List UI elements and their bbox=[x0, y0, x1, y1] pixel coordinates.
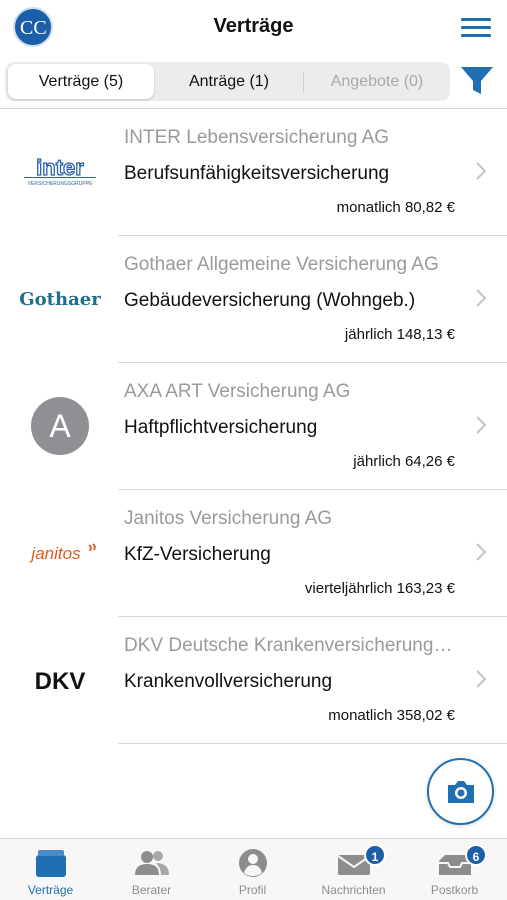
item-divider bbox=[118, 743, 507, 744]
contract-item-gothaer[interactable]: Gothaer Gothaer Allgemeine Versicherung … bbox=[0, 236, 507, 363]
price-label: vierteljährlich 163,23 € bbox=[304, 580, 455, 597]
product-name: Krankenvollversicherung bbox=[124, 671, 333, 692]
postkorb-badge: 6 bbox=[465, 844, 487, 866]
nav-berater[interactable]: Berater bbox=[101, 839, 202, 900]
chevron-right-icon bbox=[476, 289, 487, 307]
gothaer-logo-text: Gothaer bbox=[19, 289, 101, 310]
nav-vertraege[interactable]: Verträge bbox=[0, 839, 101, 900]
product-name: KfZ-Versicherung bbox=[124, 544, 271, 565]
nav-postkorb[interactable]: 6 Postkorb bbox=[404, 839, 505, 900]
contract-tabs: Verträge (5) Anträge (1) Angebote (0) bbox=[5, 62, 450, 101]
company-name: Gothaer Allgemeine Versicherung AG bbox=[124, 254, 439, 275]
contract-item-dkv[interactable]: DKV DKV Deutsche Krankenversicherung AG … bbox=[0, 617, 507, 744]
price-label: jährlich 64,26 € bbox=[353, 453, 455, 470]
inter-logo: inter VERSICHERUNGSGRUPPE bbox=[18, 154, 102, 194]
contract-item-janitos[interactable]: janitos Janitos Versicherung AG KfZ-Vers… bbox=[0, 490, 507, 617]
camera-icon bbox=[448, 781, 474, 803]
janitos-logo: janitos bbox=[18, 538, 102, 573]
nav-label: Verträge bbox=[27, 883, 74, 897]
product-name: Berufsunfähigkeitsversicherung bbox=[124, 163, 390, 184]
person-icon bbox=[239, 849, 267, 877]
avatar: A bbox=[18, 396, 102, 461]
company-name: Janitos Versicherung AG bbox=[124, 508, 333, 529]
people-icon bbox=[135, 851, 169, 875]
dkv-logo: DKV bbox=[18, 665, 102, 702]
nav-nachrichten[interactable]: 1 Nachrichten bbox=[303, 839, 404, 900]
hamburger-menu-icon[interactable] bbox=[461, 18, 491, 38]
company-name: INTER Lebensversicherung AG bbox=[124, 127, 390, 148]
inter-logo-text: inter bbox=[36, 155, 84, 180]
company-name: AXA ART Versicherung AG bbox=[124, 381, 351, 402]
chevron-right-icon bbox=[476, 543, 487, 561]
chevron-right-icon bbox=[476, 416, 487, 434]
product-name: Gebäudeversicherung (Wohngeb.) bbox=[124, 290, 416, 311]
chevron-right-icon bbox=[476, 670, 487, 688]
price-label: monatlich 80,82 € bbox=[336, 199, 455, 216]
nav-label: Profil bbox=[238, 883, 267, 897]
price-label: jährlich 148,13 € bbox=[344, 326, 455, 343]
bottom-navigation: Verträge Berater Profil 1 Nachrichten 6 bbox=[0, 838, 507, 900]
nachrichten-badge: 1 bbox=[364, 844, 386, 866]
folder-icon bbox=[36, 850, 66, 877]
contract-item-axa[interactable]: A AXA ART Versicherung AG Haftpflichtver… bbox=[0, 363, 507, 490]
tab-antraege[interactable]: Anträge (1) bbox=[155, 64, 303, 99]
contract-item-inter[interactable]: inter VERSICHERUNGSGRUPPE INTER Lebensve… bbox=[0, 109, 507, 236]
gothaer-logo: Gothaer bbox=[18, 284, 102, 319]
app-header: CC Verträge bbox=[0, 0, 507, 55]
nav-label: Nachrichten bbox=[321, 883, 386, 897]
avatar-letter: A bbox=[49, 408, 71, 444]
nav-label: Berater bbox=[131, 883, 172, 897]
nav-label: Postkorb bbox=[430, 883, 479, 897]
price-label: monatlich 358,02 € bbox=[328, 707, 455, 724]
chevron-right-icon bbox=[476, 162, 487, 180]
filter-funnel-icon[interactable] bbox=[460, 66, 494, 96]
product-name: Haftpflichtversicherung bbox=[124, 417, 318, 438]
janitos-logo-text: janitos bbox=[29, 544, 81, 563]
page-title: Verträge bbox=[213, 15, 294, 37]
inter-logo-subtext: VERSICHERUNGSGRUPPE bbox=[28, 181, 93, 187]
camera-button[interactable] bbox=[427, 758, 494, 825]
tab-angebote[interactable]: Angebote (0) bbox=[304, 64, 450, 99]
tab-vertraege[interactable]: Verträge (5) bbox=[8, 64, 154, 99]
company-name: DKV Deutsche Krankenversicherung AG bbox=[124, 635, 454, 656]
nav-profil[interactable]: Profil bbox=[202, 839, 303, 900]
